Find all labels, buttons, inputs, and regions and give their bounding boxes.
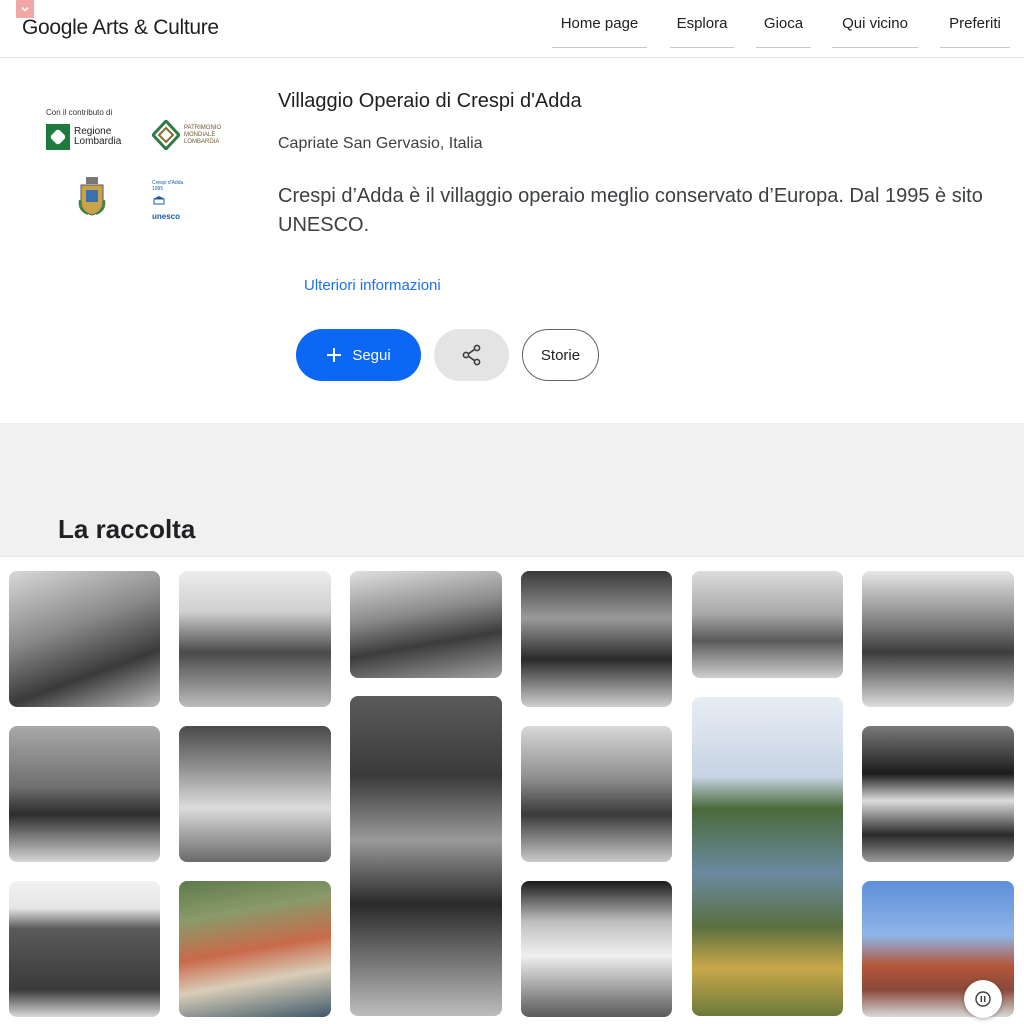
patrimonio-mondiale-logo: PATRIMONIO MONDIALE LOMBARDIA: [152, 120, 228, 150]
collection-item-school-class[interactable]: [862, 726, 1014, 862]
share-icon: [462, 344, 480, 366]
description-text: Crespi d’Adda è il villaggio operaio meg…: [278, 185, 983, 236]
plus-icon: [327, 348, 342, 362]
collection-title: La raccolta: [58, 514, 196, 544]
patrimonio-mondiale-text: PATRIMONIO MONDIALE LOMBARDIA: [184, 124, 222, 145]
slideshow-pause-button[interactable]: [964, 980, 1002, 1018]
regione-lombardia-logo: Regione Lombardia: [46, 124, 121, 150]
collection-item-factory-machinery[interactable]: [9, 571, 160, 707]
collection-item-aerial-village[interactable]: [179, 881, 331, 1017]
collection-item-street-crowd[interactable]: [179, 571, 331, 707]
collection-item-villa[interactable]: [9, 881, 160, 1017]
share-button[interactable]: [434, 329, 509, 381]
patrimonio-diamond-icon: [152, 120, 180, 150]
collection-item-river-view[interactable]: [692, 697, 843, 1016]
stories-button[interactable]: Storie: [522, 329, 599, 381]
more-info-link[interactable]: Ulteriori informazioni: [304, 277, 441, 294]
collection-item-power-station[interactable]: [521, 881, 672, 1017]
collection-item-children-group[interactable]: [179, 726, 331, 862]
collection-item-turbine-room[interactable]: [521, 571, 672, 707]
follow-label: Segui: [352, 346, 391, 364]
collection-item-factory-corridor[interactable]: [862, 571, 1014, 707]
top-bar: Google Arts & Culture Home page Esplora …: [0, 0, 1024, 58]
collection-item-weaving-hall[interactable]: [350, 571, 502, 678]
brand-logo[interactable]: Google Arts & Culture: [22, 16, 219, 40]
location-text: Capriate San Gervasio, Italia: [278, 135, 483, 152]
unesco-temple-icon: [153, 196, 165, 205]
regione-lombardia-text: Regione Lombardia: [74, 126, 122, 147]
pause-icon: [975, 991, 991, 1007]
unesco-caption: Crespi d'Adda 1995: [152, 180, 184, 192]
collection-item-aerial-plant[interactable]: [692, 571, 843, 678]
unesco-word: unesco: [152, 212, 181, 221]
chevron-down-icon: [21, 6, 29, 12]
partner-logos: Con il contributo di Regione Lombardia P…: [46, 108, 246, 228]
nav-play[interactable]: Gioca: [756, 0, 811, 48]
contribution-label: Con il contributo di: [46, 108, 113, 117]
unesco-logo: Crespi d'Adda 1995 unesco: [152, 180, 188, 221]
nav-explore[interactable]: Esplora: [670, 0, 734, 48]
nav-nearby[interactable]: Qui vicino: [832, 0, 918, 48]
nav-home[interactable]: Home page: [552, 0, 647, 48]
nav-favorites[interactable]: Preferiti: [940, 0, 1010, 48]
page-title: Villaggio Operaio di Crespi d'Adda: [278, 90, 582, 112]
collection-item-building-group[interactable]: [521, 726, 672, 862]
follow-button[interactable]: Segui: [296, 329, 421, 381]
collection-item-castle-crowd[interactable]: [9, 726, 160, 862]
municipal-crest-icon: [78, 176, 106, 221]
regione-lombardia-mark: [46, 124, 70, 150]
collection-item-officials-stairs[interactable]: [350, 696, 502, 1016]
